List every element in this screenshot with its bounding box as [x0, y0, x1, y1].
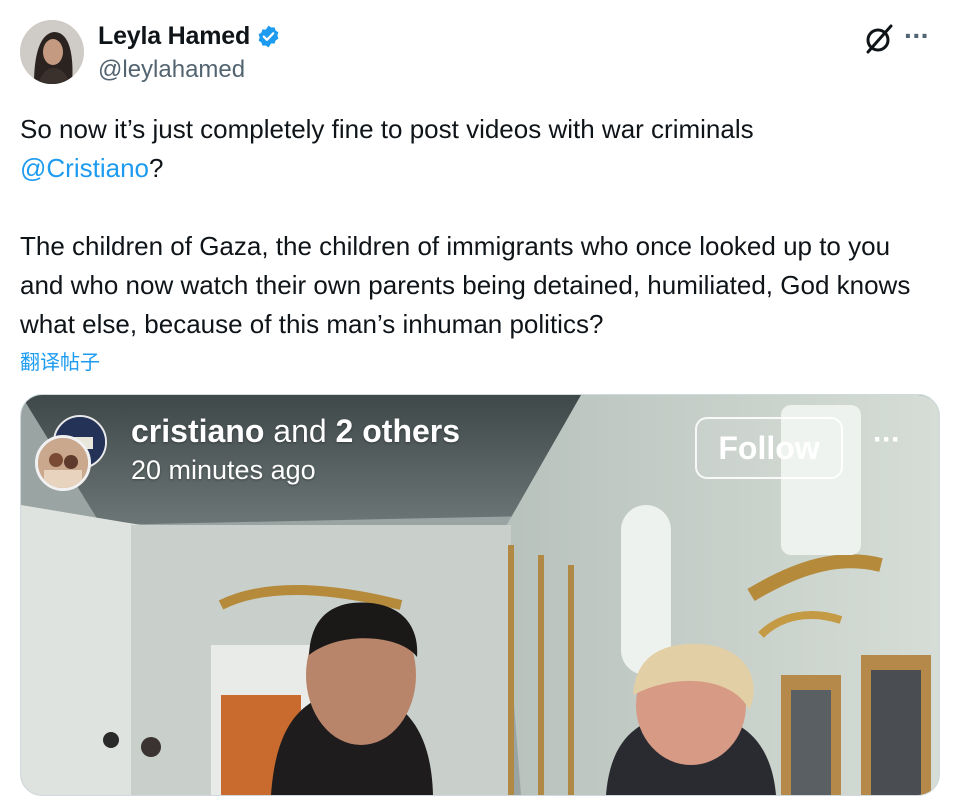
- mention-link[interactable]: @Cristiano: [20, 153, 149, 183]
- translate-post-link[interactable]: 翻译帖子: [20, 346, 100, 375]
- ig-and-text: and: [264, 413, 336, 449]
- author-avatar[interactable]: [20, 20, 84, 84]
- more-options-icon[interactable]: ···: [904, 20, 930, 52]
- ig-avatar-primary: [35, 435, 91, 491]
- ig-user-photo-icon: [38, 438, 88, 488]
- ig-username[interactable]: cristiano: [131, 413, 264, 449]
- avatar-image: [20, 20, 84, 84]
- ig-more-options-icon[interactable]: ···: [873, 423, 901, 457]
- author-handle[interactable]: @leylahamed: [98, 56, 245, 84]
- grok-icon[interactable]: [862, 22, 896, 56]
- ig-others[interactable]: 2 others: [336, 413, 460, 449]
- tweet-line-1: So now it’s just completely fine to post…: [20, 114, 754, 144]
- ig-follow-button[interactable]: Follow: [695, 417, 843, 479]
- media-video-card[interactable]: cristiano and 2 others 20 minutes ago Fo…: [20, 394, 940, 796]
- verified-badge-icon: [258, 25, 279, 48]
- tweet-text: So now it’s just completely fine to post…: [20, 110, 940, 344]
- author-display-name[interactable]: Leyla Hamed: [98, 22, 250, 51]
- tweet-paragraph-1: So now it’s just completely fine to post…: [20, 110, 940, 188]
- ig-post-authors: cristiano and 2 others: [131, 413, 460, 450]
- author-name-row: Leyla Hamed: [98, 22, 281, 51]
- mention-suffix: ?: [148, 153, 164, 183]
- tweet-paragraph-2: The children of Gaza, the children of im…: [20, 231, 911, 339]
- ig-post-time: 20 minutes ago: [131, 455, 316, 485]
